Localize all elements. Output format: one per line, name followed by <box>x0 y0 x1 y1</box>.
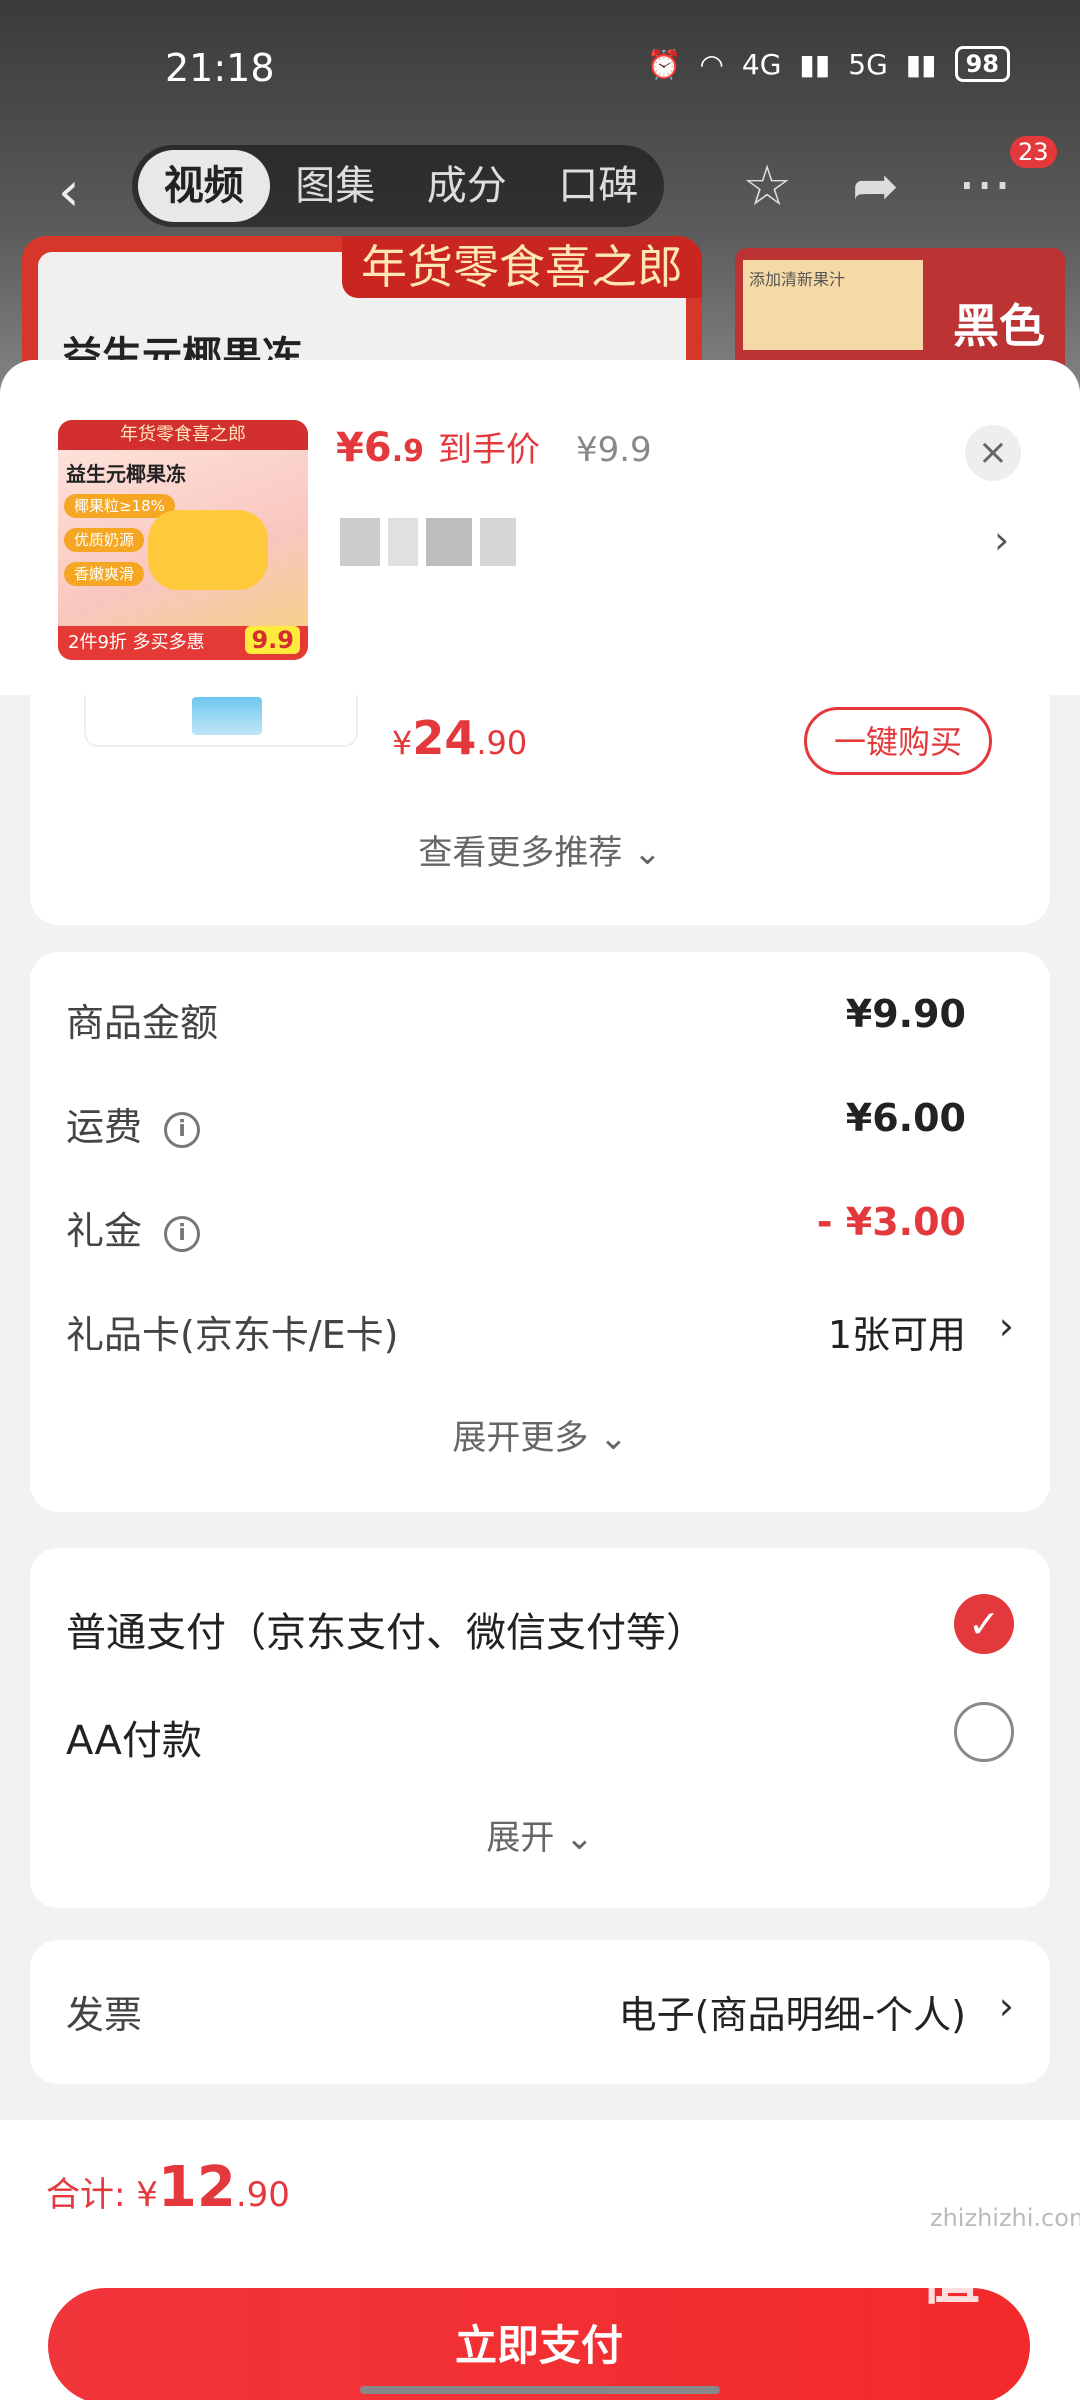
top-navigation: ‹ 视频 图集 成分 口碑 ☆ ➦ ··· 23 <box>0 136 1080 230</box>
status-time: 21:18 <box>165 46 275 90</box>
payment-method-card: 普通支付（京东支付、微信支付等） ✓ AA付款 展开 ⌄ <box>30 1548 1050 1908</box>
currency-symbol: ¥ <box>336 425 364 471</box>
summary-value: ¥9.90 <box>845 992 966 1036</box>
final-price: ¥6.9 <box>336 425 424 471</box>
summary-label: 礼金 i <box>66 1200 201 1255</box>
payment-option-label: 普通支付（京东支付、微信支付等） <box>66 1610 706 1656</box>
price-decimal: .90 <box>476 724 528 762</box>
sheet-header: 年货零食喜之郎 益生元椰果冻 椰果粒≥18% 优质奶源 香嫩爽滑 2件9折 多买… <box>0 360 1080 695</box>
chevron-down-icon: ⌄ <box>565 1818 594 1858</box>
summary-value: 1张可用 <box>827 1313 966 1357</box>
pay-now-button[interactable]: 立即支付 <box>48 2288 1030 2400</box>
battery-indicator: 98 <box>954 46 1010 82</box>
chevron-right-icon: › <box>998 1304 1014 1348</box>
close-button[interactable]: × <box>965 425 1021 481</box>
price-decimal: .9 <box>391 434 424 469</box>
payment-option[interactable]: 普通支付（京东支付、微信支付等） ✓ <box>66 1592 1014 1662</box>
total-integer: 12 <box>157 2155 236 2220</box>
summary-row: 运费 i ¥6.00 <box>66 1096 1014 1156</box>
expand-more-label: 展开更多 <box>452 1418 589 1458</box>
tab-video[interactable]: 视频 <box>138 150 270 222</box>
summary-label: 商品金额 <box>66 1001 219 1045</box>
see-more-label: 查看更多推荐 <box>418 833 623 873</box>
side-banner-note: 添加清新果汁 <box>743 260 923 350</box>
recommended-product-image[interactable] <box>84 695 358 747</box>
summary-label: 礼品卡(京东卡/E卡) <box>66 1313 399 1357</box>
info-icon[interactable]: i <box>164 1215 201 1252</box>
blurred-spec[interactable] <box>340 512 570 572</box>
thumb-chip: 椰果粒≥18% <box>64 494 175 518</box>
summary-value: ¥6.00 <box>845 1096 966 1140</box>
total-decimal: .90 <box>235 2175 290 2215</box>
signal-bars-icon: ▮▮ <box>905 47 937 81</box>
checkout-sheet: 年货零食喜之郎 益生元椰果冻 椰果粒≥18% 优质奶源 香嫩爽滑 2件9折 多买… <box>0 360 1080 2400</box>
price-summary-card: 商品金额 ¥9.90 运费 i ¥6.00 礼金 i - ¥3.00 礼品卡(京东卡… <box>30 952 1050 1512</box>
chevron-right-icon[interactable]: › <box>994 518 1009 562</box>
expand-label: 展开 <box>486 1818 555 1858</box>
thumb-product-name: 益生元椰果冻 <box>66 462 186 486</box>
summary-row: 商品金额 ¥9.90 <box>66 992 1014 1052</box>
product-pack <box>192 697 262 735</box>
currency-symbol: ¥ <box>136 2175 158 2215</box>
banner-title: 年货零食喜之郎 <box>342 236 702 298</box>
checkmark-icon[interactable]: ✓ <box>954 1594 1014 1654</box>
signal-5g-label: 5G <box>848 47 888 81</box>
chevron-down-icon: ⌄ <box>633 833 662 873</box>
shipping-label: 运费 <box>66 1105 143 1149</box>
product-thumbnail[interactable]: 年货零食喜之郎 益生元椰果冻 椰果粒≥18% 优质奶源 香嫩爽滑 2件9折 多买… <box>58 420 308 660</box>
side-banner-text: 黑色 <box>953 299 1045 353</box>
status-bar: 21:18 ⏰ ◠ 4G ▮▮ 5G ▮▮ 98 <box>0 30 1080 100</box>
share-icon[interactable]: ➦ <box>852 154 899 219</box>
total-label: 合计: <box>46 2175 126 2215</box>
invoice-value: 电子(商品明细-个人) <box>618 1993 966 2037</box>
back-chevron-icon[interactable]: ‹ <box>58 160 80 223</box>
price-integer: 6 <box>363 425 392 471</box>
original-price: ¥9.9 <box>575 430 652 470</box>
chevron-down-icon: ⌄ <box>599 1418 628 1458</box>
invoice-card[interactable]: 发票 电子(商品明细-个人) › <box>30 1940 1050 2084</box>
total-amount: 合计: ¥12.90 <box>46 2155 290 2220</box>
gift-card-row[interactable]: 礼品卡(京东卡/E卡) 1张可用 › <box>66 1304 1014 1364</box>
expand-more-button[interactable]: 展开更多 ⌄ <box>30 1410 1050 1459</box>
summary-value: - ¥3.00 <box>816 1200 966 1244</box>
more-icon[interactable]: ··· <box>958 154 1011 219</box>
summary-row: 礼金 i - ¥3.00 <box>66 1200 1014 1260</box>
recommendation-card: ¥24.90 一键购买 查看更多推荐 ⌄ <box>30 695 1050 925</box>
see-more-recommendations[interactable]: 查看更多推荐 ⌄ <box>30 825 1050 874</box>
invoice-label: 发票 <box>66 1993 143 2037</box>
tab-ingredients[interactable]: 成分 <box>401 145 533 227</box>
thumb-price: 9.9 <box>245 626 300 654</box>
watermark-url: zhizhizhi.com <box>930 2204 1080 2232</box>
gift-money-label: 礼金 <box>66 1209 143 1253</box>
thumb-title: 年货零食喜之郎 <box>58 420 308 450</box>
tab-reviews[interactable]: 口碑 <box>533 145 665 227</box>
expand-payment-button[interactable]: 展开 ⌄ <box>30 1810 1050 1859</box>
wifi-icon: ◠ <box>699 47 724 81</box>
home-indicator[interactable] <box>360 2386 720 2394</box>
radio-unchecked-icon[interactable] <box>954 1702 1014 1762</box>
tab-gallery[interactable]: 图集 <box>270 145 402 227</box>
currency-symbol: ¥ <box>392 724 413 762</box>
alarm-icon: ⏰ <box>646 47 682 81</box>
jelly-image <box>148 510 268 590</box>
status-icons: ⏰ ◠ 4G ▮▮ 5G ▮▮ 98 <box>647 46 1010 82</box>
thumb-chip: 优质奶源 <box>64 528 145 552</box>
info-icon[interactable]: i <box>164 1111 201 1148</box>
one-click-buy-button[interactable]: 一键购买 <box>804 707 992 775</box>
payment-option[interactable]: AA付款 <box>66 1700 1014 1770</box>
recommended-price: ¥24.90 <box>392 711 527 765</box>
checkout-footer: 合计: ¥12.90 立即支付 <box>0 2120 1080 2400</box>
notification-badge: 23 <box>1010 136 1057 168</box>
price-line: ¥6.9 到手价 ¥9.9 <box>336 422 652 471</box>
final-price-label: 到手价 <box>437 430 540 470</box>
payment-option-label: AA付款 <box>66 1718 202 1764</box>
thumb-chip: 香嫩爽滑 <box>64 562 145 586</box>
summary-label: 运费 i <box>66 1096 201 1151</box>
signal-4g-label: 4G <box>741 47 782 81</box>
chevron-right-icon: › <box>998 1984 1014 2028</box>
media-tabs: 视频 图集 成分 口碑 <box>132 145 664 227</box>
price-integer: 24 <box>412 711 477 765</box>
signal-bars-icon: ▮▮ <box>799 47 831 81</box>
star-icon[interactable]: ☆ <box>742 154 792 219</box>
